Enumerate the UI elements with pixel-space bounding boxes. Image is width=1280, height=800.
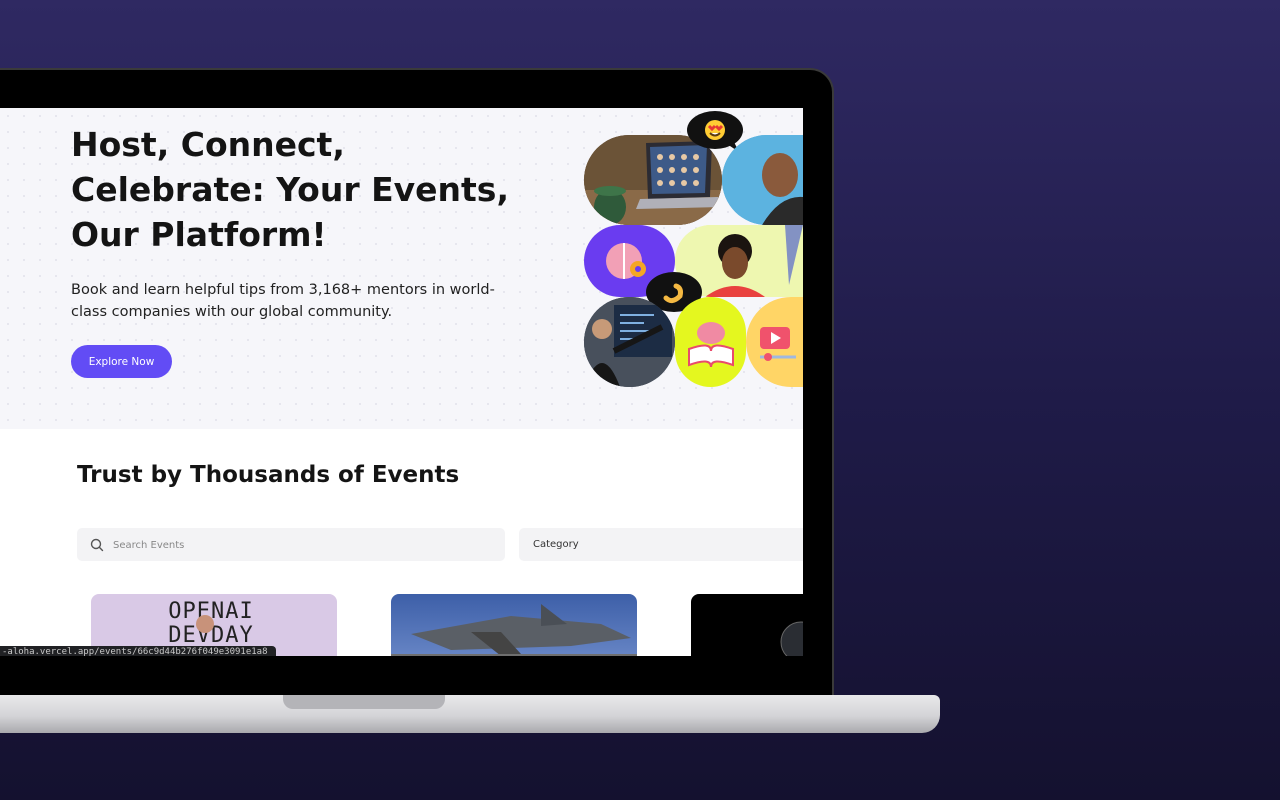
collage-video-play-image	[746, 297, 803, 387]
events-section-title: Trust by Thousands of Events	[77, 462, 460, 488]
explore-now-button[interactable]: Explore Now	[71, 345, 172, 378]
laptop-base	[0, 695, 940, 733]
hero-title: Host, Connect, Celebrate: Your Events, O…	[71, 125, 509, 254]
search-icon	[90, 538, 104, 552]
collage-brain-book-image	[675, 297, 746, 387]
event-card-jet-image	[391, 604, 637, 656]
category-select[interactable]: Category	[519, 528, 803, 561]
laptop-notch	[283, 695, 445, 709]
browser-status-url: -aloha.vercel.app/events/66c9d44b276f049…	[0, 646, 276, 656]
collage-laughing-man-image	[722, 135, 803, 225]
hero-subtitle: Book and learn helpful tips from 3,168+ …	[71, 282, 495, 320]
collage-presenter-image	[584, 297, 675, 387]
event-card-dark-image	[780, 621, 803, 656]
search-box	[77, 528, 505, 563]
hero-collage	[584, 108, 803, 398]
search-input[interactable]	[111, 528, 495, 563]
hero-section: Host, Connect, Celebrate: Your Events, O…	[0, 108, 803, 429]
event-card[interactable]	[391, 594, 637, 656]
browser-viewport: Host, Connect, Celebrate: Your Events, O…	[0, 108, 803, 656]
event-card[interactable]	[691, 594, 803, 656]
